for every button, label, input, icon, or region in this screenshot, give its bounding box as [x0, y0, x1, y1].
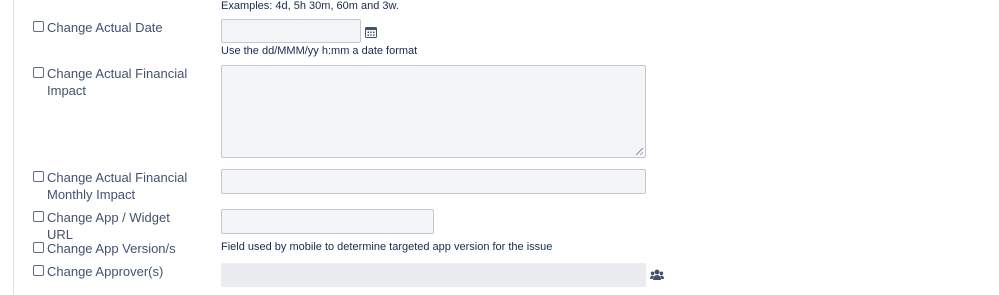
change-app-versions-row: Change App Version/s: [33, 240, 192, 257]
date-format-hint: Use the dd/MMM/yy h:mm a date format: [221, 45, 418, 57]
users-icon[interactable]: [650, 269, 664, 281]
change-actual-financial-impact-row: Change Actual Financial Impact: [33, 65, 192, 99]
app-widget-url-input[interactable]: [221, 209, 434, 234]
change-app-widget-url-row: Change App / Widget URL: [33, 209, 192, 243]
actual-date-input[interactable]: [221, 19, 361, 43]
change-actual-date-label: Change Actual Date: [47, 20, 163, 35]
change-app-widget-url-checkbox[interactable]: [33, 211, 44, 222]
approvers-input[interactable]: [221, 263, 646, 287]
change-approvers-row: Change Approver(s): [33, 263, 192, 280]
change-actual-date-row: Change Actual Date: [33, 19, 192, 36]
change-actual-financial-impact-checkbox[interactable]: [33, 67, 44, 78]
app-version-description: Field used by mobile to determine target…: [221, 241, 553, 253]
resize-handle[interactable]: [636, 148, 643, 155]
change-approvers-label: Change Approver(s): [47, 264, 164, 279]
change-actual-financial-monthly-impact-label: Change Actual Financial Monthly Impact: [47, 170, 188, 202]
change-app-versions-checkbox[interactable]: [33, 242, 44, 253]
change-actual-financial-monthly-impact-checkbox[interactable]: [33, 171, 44, 182]
actual-financial-monthly-impact-input[interactable]: [221, 169, 646, 194]
change-actual-date-checkbox[interactable]: [33, 21, 44, 32]
left-divider: [13, 0, 14, 295]
duration-examples-hint: Examples: 4d, 5h 30m, 60m and 3w.: [221, 0, 399, 12]
actual-financial-impact-textarea[interactable]: [221, 65, 646, 158]
change-actual-financial-monthly-impact-row: Change Actual Financial Monthly Impact: [33, 169, 192, 203]
change-app-widget-url-label: Change App / Widget URL: [47, 210, 170, 242]
change-actual-financial-impact-label: Change Actual Financial Impact: [47, 66, 188, 98]
calendar-icon[interactable]: [365, 26, 377, 38]
change-app-versions-label: Change App Version/s: [47, 241, 176, 256]
change-approvers-checkbox[interactable]: [33, 265, 44, 276]
